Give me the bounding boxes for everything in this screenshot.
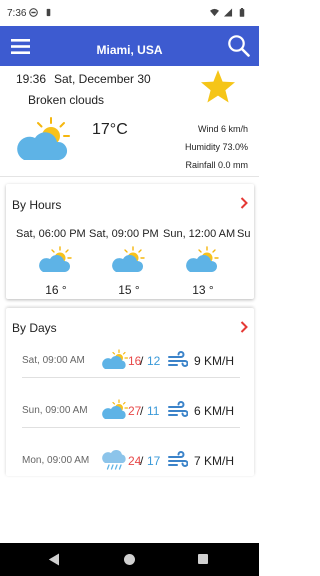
daily-title: By Days — [12, 321, 57, 335]
wind-value: Wind 6 km/h — [197, 124, 248, 134]
humidity-value: Humidity 73.0% — [184, 142, 248, 152]
wind-icon — [168, 351, 188, 367]
current-date: Sat, December 30 — [54, 72, 151, 86]
app-bar: Miami, USA — [0, 26, 259, 66]
day-wind: 6 KM/H — [194, 404, 235, 418]
chevron-right-icon[interactable] — [240, 197, 248, 209]
hour-item[interactable]: Su — [237, 228, 254, 298]
hourly-forecast-card: By Hours Sat, 06:00 PM 16 ° Sat, 09:00 P… — [6, 184, 254, 299]
current-time: 19:36 — [16, 72, 47, 86]
hour-item[interactable]: Sat, 06:00 PM 16 ° — [16, 228, 96, 298]
chevron-right-icon[interactable] — [240, 321, 248, 333]
day-label: Mon, 09:00 AM — [22, 455, 90, 466]
temp-separator: / — [140, 354, 144, 368]
temp-separator: / — [140, 454, 144, 468]
battery-saver-icon — [46, 8, 51, 17]
partly-cloudy-icon — [112, 246, 145, 272]
wind-icon — [168, 401, 188, 417]
wind-icon — [168, 451, 188, 467]
search-icon[interactable] — [227, 34, 250, 57]
partly-cloudy-icon — [102, 399, 128, 419]
hour-label: Su — [237, 228, 251, 240]
daily-forecast-card: By Days Sat, 09:00 AM 16 / 12 9 KM/H Sun… — [6, 308, 254, 476]
cell-signal-icon — [223, 8, 233, 17]
hourly-title: By Hours — [12, 198, 62, 212]
day-row[interactable]: Sun, 09:00 AM 27 / 11 6 KM/H — [22, 399, 248, 451]
at-sign-icon — [29, 8, 38, 17]
back-icon[interactable] — [48, 553, 60, 566]
hour-temp: 15 ° — [118, 283, 140, 297]
partly-cloudy-icon — [39, 246, 72, 272]
day-label: Sat, 09:00 AM — [22, 355, 85, 366]
row-divider — [22, 377, 240, 378]
partly-cloudy-icon — [186, 246, 219, 272]
day-low-temp: 12 — [147, 354, 161, 368]
home-icon[interactable] — [124, 554, 135, 565]
partly-cloudy-icon — [102, 349, 128, 369]
day-low-temp: 11 — [147, 404, 160, 418]
wifi-icon — [210, 8, 219, 17]
hour-label: Sat, 09:00 PM — [89, 228, 159, 240]
day-wind: 7 KM/H — [194, 454, 235, 468]
day-low-temp: 17 — [147, 454, 161, 468]
hour-label: Sun, 12:00 AM — [163, 228, 236, 240]
star-icon[interactable] — [200, 69, 236, 104]
temp-separator: / — [140, 404, 144, 418]
divider — [0, 176, 259, 177]
recents-icon[interactable] — [198, 554, 208, 564]
current-weather-panel: 19:36 Sat, December 30 Broken clouds 17°… — [0, 66, 259, 176]
current-condition: Broken clouds — [28, 93, 105, 107]
hour-temp: 16 ° — [45, 283, 67, 297]
partly-cloudy-icon — [17, 117, 70, 160]
row-divider — [22, 427, 240, 428]
rain-cloud-icon — [102, 450, 126, 470]
current-temperature: 17°C — [92, 121, 128, 138]
system-nav-bar — [0, 543, 259, 576]
status-bar: 7:36 — [0, 0, 259, 26]
status-time: 7:36 — [7, 8, 27, 19]
location-title: Miami, USA — [96, 43, 163, 57]
hour-item[interactable]: Sun, 12:00 AM 13 ° — [163, 228, 243, 298]
hour-label: Sat, 06:00 PM — [16, 228, 86, 240]
day-label: Sun, 09:00 AM — [22, 405, 88, 416]
battery-icon — [239, 8, 245, 17]
current-details: Wind 6 km/h Humidity 73.0% Rainfall 0.0 … — [150, 120, 248, 174]
hour-item[interactable]: Sat, 09:00 PM 15 ° — [89, 228, 169, 298]
day-row[interactable]: Sat, 09:00 AM 16 / 12 9 KM/H — [22, 349, 248, 401]
day-row[interactable]: Mon, 09:00 AM 24 / 17 7 KM/H — [22, 450, 248, 476]
rainfall-value: Rainfall 0.0 mm — [185, 160, 248, 170]
day-wind: 9 KM/H — [194, 354, 235, 368]
hour-temp: 13 ° — [192, 283, 214, 297]
